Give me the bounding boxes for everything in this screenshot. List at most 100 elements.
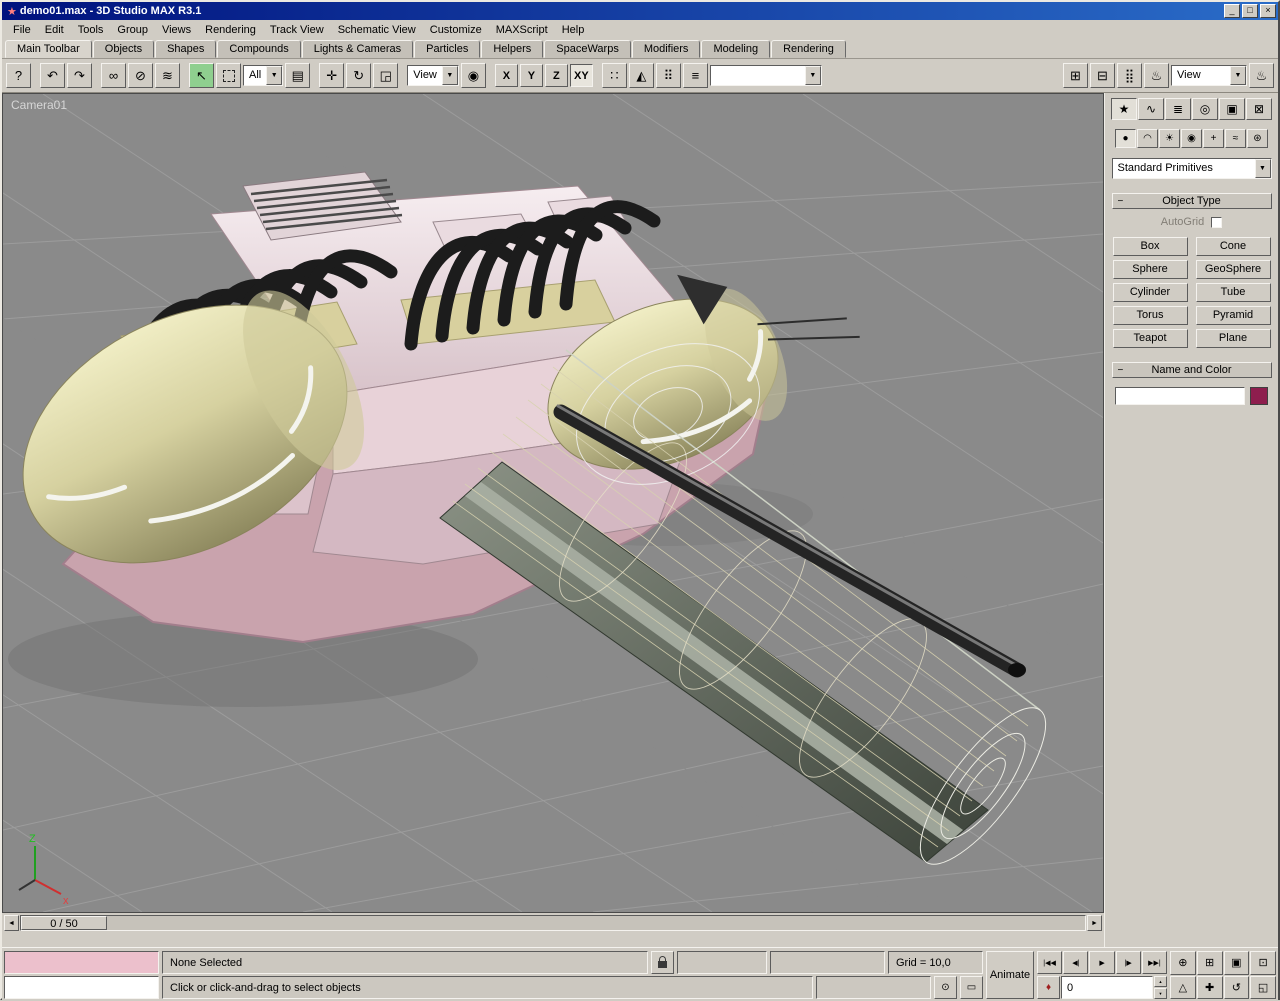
timeline-handle[interactable]: 0 / 50 xyxy=(21,916,107,930)
menu-item-maxscript[interactable]: MAXScript xyxy=(489,22,555,38)
tab-utilities[interactable]: ⊠ xyxy=(1246,98,1272,120)
tab-modify[interactable]: ∿ xyxy=(1138,98,1164,120)
tab-spacewarps[interactable]: SpaceWarps xyxy=(544,40,631,58)
selection-filter-dropdown[interactable]: All ▼ xyxy=(243,65,283,86)
snap-toggle-button[interactable]: ∷ xyxy=(602,63,627,88)
menu-item-rendering[interactable]: Rendering xyxy=(198,22,263,38)
tab-rendering[interactable]: Rendering xyxy=(771,40,846,58)
listener-macro-line[interactable] xyxy=(4,951,159,974)
animate-button[interactable]: Animate xyxy=(986,951,1034,999)
bind-to-spacewarp-button[interactable]: ≋ xyxy=(155,63,180,88)
close-button[interactable]: × xyxy=(1260,4,1276,18)
menu-item-group[interactable]: Group xyxy=(110,22,155,38)
time-tag-button[interactable]: ▭ xyxy=(960,976,983,999)
use-pivot-point-button[interactable]: ◉ xyxy=(461,63,486,88)
pan-button[interactable]: ✚ xyxy=(1197,976,1223,1000)
camera-viewport[interactable]: Z x Camera01 xyxy=(2,93,1104,913)
name-color-rollout[interactable]: − Name and Color xyxy=(1112,362,1272,378)
open-trackview-button[interactable]: ⊞ xyxy=(1063,63,1088,88)
box-button[interactable]: Box xyxy=(1113,237,1188,256)
menu-item-schematicview[interactable]: Schematic View xyxy=(331,22,423,38)
undo-button[interactable]: ↶ xyxy=(40,63,65,88)
category-lights[interactable]: ☀ xyxy=(1159,129,1180,148)
tab-particles[interactable]: Particles xyxy=(414,40,480,58)
teapot-button[interactable]: Teapot xyxy=(1113,329,1188,348)
select-and-link-button[interactable]: ∞ xyxy=(101,63,126,88)
menu-item-trackview[interactable]: Track View xyxy=(263,22,331,38)
tab-create[interactable]: ★ xyxy=(1111,98,1137,120)
tab-lights-cameras[interactable]: Lights & Cameras xyxy=(302,40,413,58)
tab-motion[interactable]: ◎ xyxy=(1192,98,1218,120)
previous-frame-button[interactable]: ◀| xyxy=(1063,951,1088,974)
field-of-view-button[interactable]: △ xyxy=(1170,976,1196,1000)
geosphere-button[interactable]: GeoSphere xyxy=(1196,260,1271,279)
tab-modifiers[interactable]: Modifiers xyxy=(632,40,701,58)
category-systems[interactable]: ⊛ xyxy=(1247,129,1268,148)
timeline-track[interactable]: 0 / 50 xyxy=(20,915,1086,931)
select-by-name-button[interactable]: ▤ xyxy=(285,63,310,88)
category-spacewarps[interactable]: ≈ xyxy=(1225,129,1246,148)
category-shapes[interactable]: ◠ xyxy=(1137,129,1158,148)
chevron-down-icon[interactable]: ▼ xyxy=(805,66,821,85)
degradation-override-button[interactable]: ⊙ xyxy=(934,976,957,999)
material-editor-button[interactable]: ⣿ xyxy=(1117,63,1142,88)
timeline-next-button[interactable]: ► xyxy=(1087,915,1102,931)
render-scene-button[interactable]: ♨ xyxy=(1144,63,1169,88)
cone-button[interactable]: Cone xyxy=(1196,237,1271,256)
torus-button[interactable]: Torus xyxy=(1113,306,1188,325)
object-name-field[interactable] xyxy=(1115,387,1245,405)
tab-shapes[interactable]: Shapes xyxy=(155,40,216,58)
tab-hierarchy[interactable]: ≣ xyxy=(1165,98,1191,120)
tab-display[interactable]: ▣ xyxy=(1219,98,1245,120)
tube-button[interactable]: Tube xyxy=(1196,283,1271,302)
help-mode-button[interactable]: ? xyxy=(6,63,31,88)
select-and-scale-button[interactable]: ◲ xyxy=(373,63,398,88)
region-select-button[interactable] xyxy=(216,63,241,88)
tab-main-toolbar[interactable]: Main Toolbar xyxy=(5,40,92,58)
coordinate-system-dropdown[interactable]: View ▼ xyxy=(407,65,459,86)
sphere-button[interactable]: Sphere xyxy=(1113,260,1188,279)
plane-button[interactable]: Plane xyxy=(1196,329,1271,348)
autogrid-checkbox[interactable] xyxy=(1211,217,1222,228)
timeline-previous-button[interactable]: ◄ xyxy=(4,915,19,931)
cylinder-button[interactable]: Cylinder xyxy=(1113,283,1188,302)
menu-item-help[interactable]: Help xyxy=(555,22,592,38)
min-max-toggle-button[interactable]: ◱ xyxy=(1250,976,1276,1000)
selection-lock-button[interactable] xyxy=(651,951,674,974)
quick-render-button[interactable]: ♨ xyxy=(1249,63,1274,88)
mirror-button[interactable]: ◭ xyxy=(629,63,654,88)
menu-item-tools[interactable]: Tools xyxy=(71,22,111,38)
object-type-rollout[interactable]: − Object Type xyxy=(1112,193,1272,209)
arc-rotate-button[interactable]: ↺ xyxy=(1224,976,1250,1000)
object-color-swatch[interactable] xyxy=(1250,387,1268,405)
key-mode-toggle-button[interactable]: ♦ xyxy=(1037,976,1060,999)
pyramid-button[interactable]: Pyramid xyxy=(1196,306,1271,325)
render-type-dropdown[interactable]: View ▼ xyxy=(1171,65,1247,86)
menu-item-customize[interactable]: Customize xyxy=(423,22,489,38)
zoom-extents-button[interactable]: ▣ xyxy=(1224,951,1250,975)
select-object-button[interactable]: ↖ xyxy=(189,63,214,88)
restrict-x-button[interactable]: X xyxy=(495,64,518,87)
menu-item-file[interactable]: File xyxy=(6,22,38,38)
restrict-y-button[interactable]: Y xyxy=(520,64,543,87)
open-schematic-view-button[interactable]: ⊟ xyxy=(1090,63,1115,88)
spinner-up-button[interactable]: ▲ xyxy=(1154,976,1167,987)
restrict-xy-plane-button[interactable]: XY xyxy=(570,64,593,87)
primitives-dropdown[interactable]: Standard Primitives ▼ xyxy=(1112,158,1272,179)
go-to-start-button[interactable]: |◀◀ xyxy=(1037,951,1062,974)
zoom-extents-all-button[interactable]: ⊡ xyxy=(1250,951,1276,975)
zoom-button[interactable]: ⊕ xyxy=(1170,951,1196,975)
maximize-button[interactable]: □ xyxy=(1242,4,1258,18)
chevron-down-icon[interactable]: ▼ xyxy=(1255,159,1271,178)
unlink-selection-button[interactable]: ⊘ xyxy=(128,63,153,88)
chevron-down-icon[interactable]: ▼ xyxy=(1230,66,1246,85)
category-helpers[interactable]: + xyxy=(1203,129,1224,148)
tab-modeling[interactable]: Modeling xyxy=(701,40,770,58)
zoom-all-button[interactable]: ⊞ xyxy=(1197,951,1223,975)
chevron-down-icon[interactable]: ▼ xyxy=(266,66,282,85)
category-geometry[interactable]: ● xyxy=(1115,129,1136,148)
play-button[interactable]: ▶ xyxy=(1089,951,1114,974)
current-frame-field[interactable]: 0 xyxy=(1061,976,1153,999)
go-to-end-button[interactable]: ▶▶| xyxy=(1142,951,1167,974)
select-and-rotate-button[interactable]: ↻ xyxy=(346,63,371,88)
